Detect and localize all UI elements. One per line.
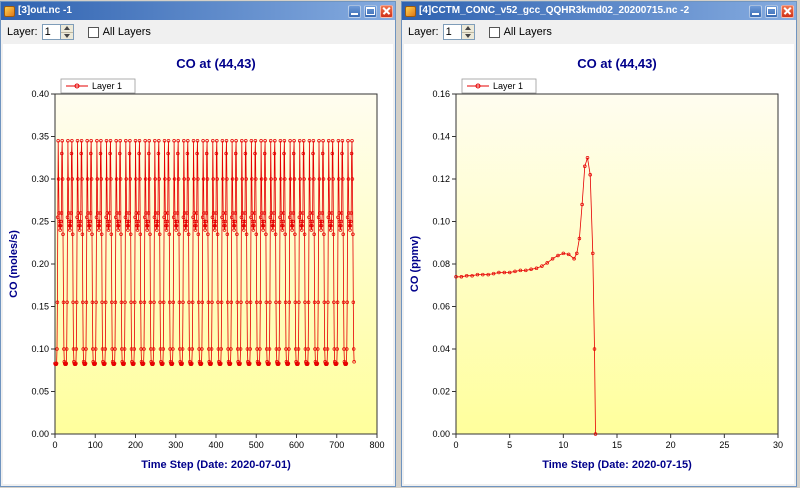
svg-text:25: 25 xyxy=(719,440,729,450)
svg-text:600: 600 xyxy=(289,440,304,450)
chart-legend: Layer 1 xyxy=(462,79,536,93)
svg-text:800: 800 xyxy=(369,440,384,450)
svg-text:0.14: 0.14 xyxy=(432,132,450,142)
minimize-button[interactable] xyxy=(348,5,361,18)
layer-spinner-buttons xyxy=(60,25,73,39)
chart-panel: CO at (44,43) 0 5 10 15 20 25 30 0.00 0.02 0.04 0.0… xyxy=(404,44,794,484)
maximize-button[interactable] xyxy=(364,5,377,18)
chart-panel: CO at (44,43) 0 100 200 300 400 500 600 700 800 0.… xyxy=(3,44,393,484)
layer-spinner-up[interactable] xyxy=(61,25,73,33)
layer-spinner-down[interactable] xyxy=(61,33,73,40)
svg-text:0.00: 0.00 xyxy=(432,429,450,439)
window-title: [3]out.nc -1 xyxy=(18,2,345,20)
svg-text:0: 0 xyxy=(52,440,57,450)
x-axis-label: Time Step (Date: 2020-07-01) xyxy=(141,459,291,471)
layer-label: Layer: xyxy=(7,26,38,38)
y-axis-label: CO (ppmv) xyxy=(409,236,421,293)
svg-text:400: 400 xyxy=(208,440,223,450)
triangle-up-icon xyxy=(465,26,471,30)
svg-text:0.05: 0.05 xyxy=(31,387,49,397)
layer-spinner-value[interactable]: 1 xyxy=(43,25,60,39)
svg-text:700: 700 xyxy=(329,440,344,450)
all-layers-label: All Layers xyxy=(103,26,151,38)
minimize-button[interactable] xyxy=(749,5,762,18)
svg-text:0.35: 0.35 xyxy=(31,132,49,142)
close-button[interactable] xyxy=(781,5,794,18)
svg-text:20: 20 xyxy=(666,440,676,450)
window-icon xyxy=(405,6,416,17)
svg-text:0.06: 0.06 xyxy=(432,302,450,312)
triangle-up-icon xyxy=(64,26,70,30)
titlebar[interactable]: [3]out.nc -1 xyxy=(1,2,395,20)
y-axis-label: CO (moles/s) xyxy=(8,230,20,298)
layer-spinner-down[interactable] xyxy=(462,33,474,40)
svg-text:15: 15 xyxy=(612,440,622,450)
timeseries-chart[interactable]: CO at (44,43) 0 100 200 300 400 500 600 700 800 0.… xyxy=(3,44,393,480)
svg-text:Layer 1: Layer 1 xyxy=(92,81,122,91)
svg-text:Layer 1: Layer 1 xyxy=(493,81,523,91)
svg-text:0.04: 0.04 xyxy=(432,344,450,354)
svg-text:0.20: 0.20 xyxy=(31,259,49,269)
plot-area[interactable] xyxy=(456,94,778,434)
maximize-button[interactable] xyxy=(765,5,778,18)
window-out-nc: [3]out.nc -1 Layer: 1 All Layers CO at (… xyxy=(0,1,396,487)
svg-text:0.30: 0.30 xyxy=(31,174,49,184)
svg-text:0.00: 0.00 xyxy=(31,429,49,439)
layer-toolbar: Layer: 1 All Layers xyxy=(1,20,395,44)
desktop: [3]out.nc -1 Layer: 1 All Layers CO at (… xyxy=(0,0,800,488)
svg-text:0.16: 0.16 xyxy=(432,89,450,99)
all-layers-label: All Layers xyxy=(504,26,552,38)
svg-text:200: 200 xyxy=(128,440,143,450)
svg-text:0.15: 0.15 xyxy=(31,302,49,312)
svg-text:10: 10 xyxy=(558,440,568,450)
svg-text:100: 100 xyxy=(88,440,103,450)
layer-spinner-up[interactable] xyxy=(462,25,474,33)
all-layers-checkbox[interactable] xyxy=(88,27,99,38)
close-button[interactable] xyxy=(380,5,393,18)
layer-spinner-value[interactable]: 1 xyxy=(444,25,461,39)
window-title: [4]CCTM_CONC_v52_gcc_QQHR3kmd02_20200715… xyxy=(419,2,746,20)
svg-text:0.08: 0.08 xyxy=(432,259,450,269)
svg-text:300: 300 xyxy=(168,440,183,450)
layer-label: Layer: xyxy=(408,26,439,38)
timeseries-chart[interactable]: CO at (44,43) 0 5 10 15 20 25 30 0.00 0.02 0.04 0.0… xyxy=(404,44,794,480)
svg-text:0.12: 0.12 xyxy=(432,174,450,184)
titlebar[interactable]: [4]CCTM_CONC_v52_gcc_QQHR3kmd02_20200715… xyxy=(402,2,796,20)
window-icon xyxy=(4,6,15,17)
x-axis-label: Time Step (Date: 2020-07-15) xyxy=(542,459,692,471)
chart-title: CO at (44,43) xyxy=(577,56,656,71)
svg-text:0.10: 0.10 xyxy=(31,344,49,354)
svg-text:0.40: 0.40 xyxy=(31,89,49,99)
layer-spinner-buttons xyxy=(461,25,474,39)
svg-text:0.10: 0.10 xyxy=(432,217,450,227)
chart-legend: Layer 1 xyxy=(61,79,135,93)
svg-text:30: 30 xyxy=(773,440,783,450)
all-layers-checkbox[interactable] xyxy=(489,27,500,38)
triangle-down-icon xyxy=(64,34,70,38)
layer-spinner[interactable]: 1 xyxy=(443,24,475,40)
svg-text:5: 5 xyxy=(507,440,512,450)
svg-text:0.25: 0.25 xyxy=(31,217,49,227)
chart-title: CO at (44,43) xyxy=(176,56,255,71)
svg-text:0: 0 xyxy=(453,440,458,450)
layer-spinner[interactable]: 1 xyxy=(42,24,74,40)
window-cctm-conc: [4]CCTM_CONC_v52_gcc_QQHR3kmd02_20200715… xyxy=(401,1,797,487)
layer-toolbar: Layer: 1 All Layers xyxy=(402,20,796,44)
triangle-down-icon xyxy=(465,34,471,38)
svg-text:0.02: 0.02 xyxy=(432,387,450,397)
svg-text:500: 500 xyxy=(249,440,264,450)
